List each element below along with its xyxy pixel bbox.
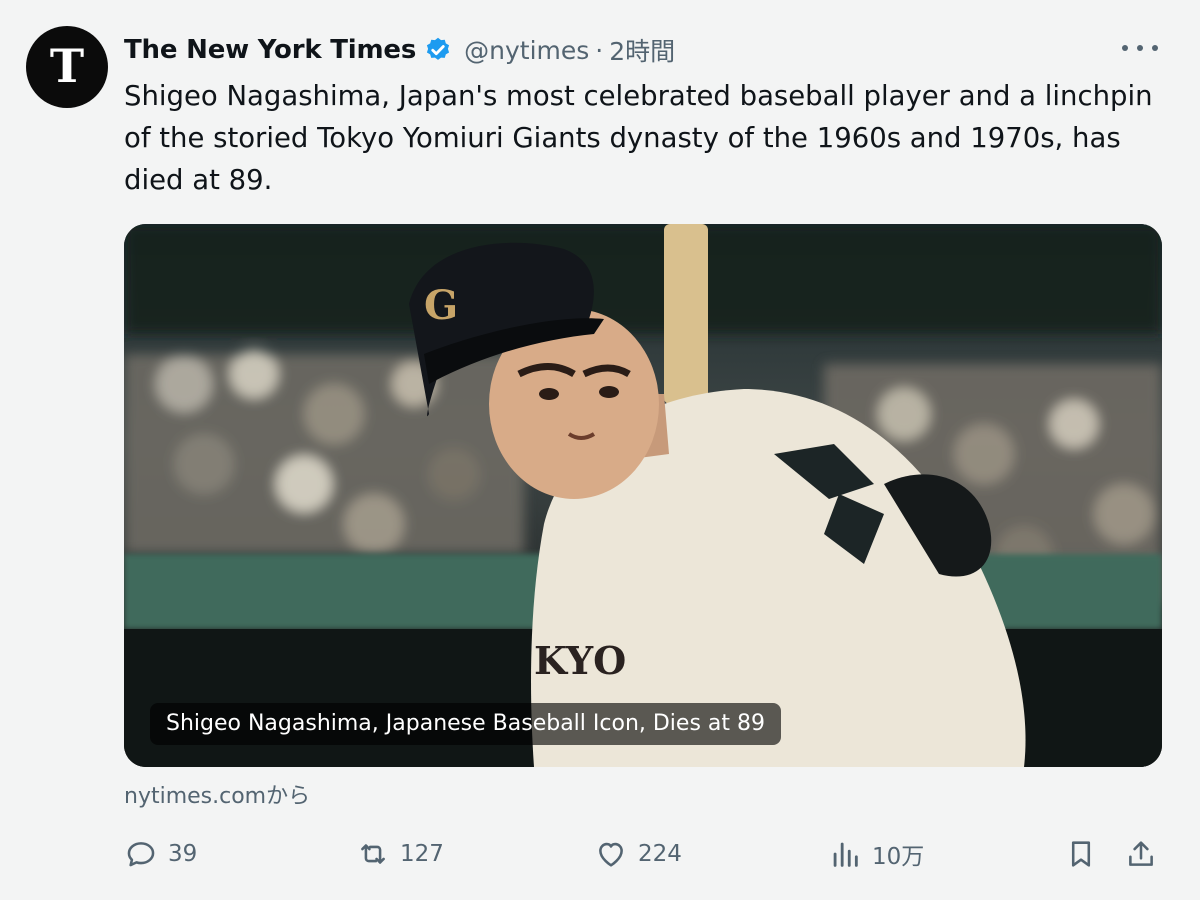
share-button[interactable] (1124, 832, 1158, 876)
svg-text:KYO: KYO (534, 638, 626, 683)
nyt-logo-icon: T (49, 39, 85, 93)
avatar[interactable]: T (26, 26, 108, 108)
timestamp[interactable]: 2時間 (609, 32, 675, 68)
verified-badge-icon[interactable] (424, 36, 452, 64)
separator: · (595, 35, 604, 65)
reply-button[interactable]: 39 (124, 832, 197, 876)
reply-icon (127, 842, 155, 867)
tweet-text: Shigeo Nagashima, Japan's most celebrate… (124, 80, 1153, 196)
retweet-button[interactable]: 127 (356, 832, 444, 876)
tweet[interactable]: T The New York Times @nytimes · 2時間 Shig… (0, 0, 1200, 900)
tweet-header: The New York Times @nytimes · 2時間 (124, 30, 675, 70)
views-icon (833, 842, 858, 867)
retweet-icon (361, 844, 385, 864)
views-button[interactable]: 10万 (828, 832, 924, 876)
svg-text:G: G (424, 282, 458, 329)
display-name[interactable]: The New York Times (124, 35, 416, 65)
share-icon (1129, 841, 1153, 866)
retweet-count: 127 (400, 841, 444, 867)
views-count: 10万 (872, 844, 925, 870)
link-card-image[interactable]: KYO G (124, 224, 1162, 767)
reply-count: 39 (168, 841, 198, 867)
bookmark-icon (1071, 841, 1091, 867)
handle[interactable]: @nytimes (464, 36, 589, 65)
card-source[interactable]: nytimes.comから (124, 778, 310, 810)
like-button[interactable]: 224 (594, 832, 682, 876)
action-bar: 39 127 224 10万 (124, 832, 1164, 876)
card-title[interactable]: Shigeo Nagashima, Japanese Baseball Icon… (150, 703, 782, 745)
heart-icon (599, 842, 623, 867)
bookmark-button[interactable] (1064, 832, 1098, 876)
like-count: 224 (638, 841, 682, 867)
more-icon[interactable] (1122, 36, 1158, 60)
